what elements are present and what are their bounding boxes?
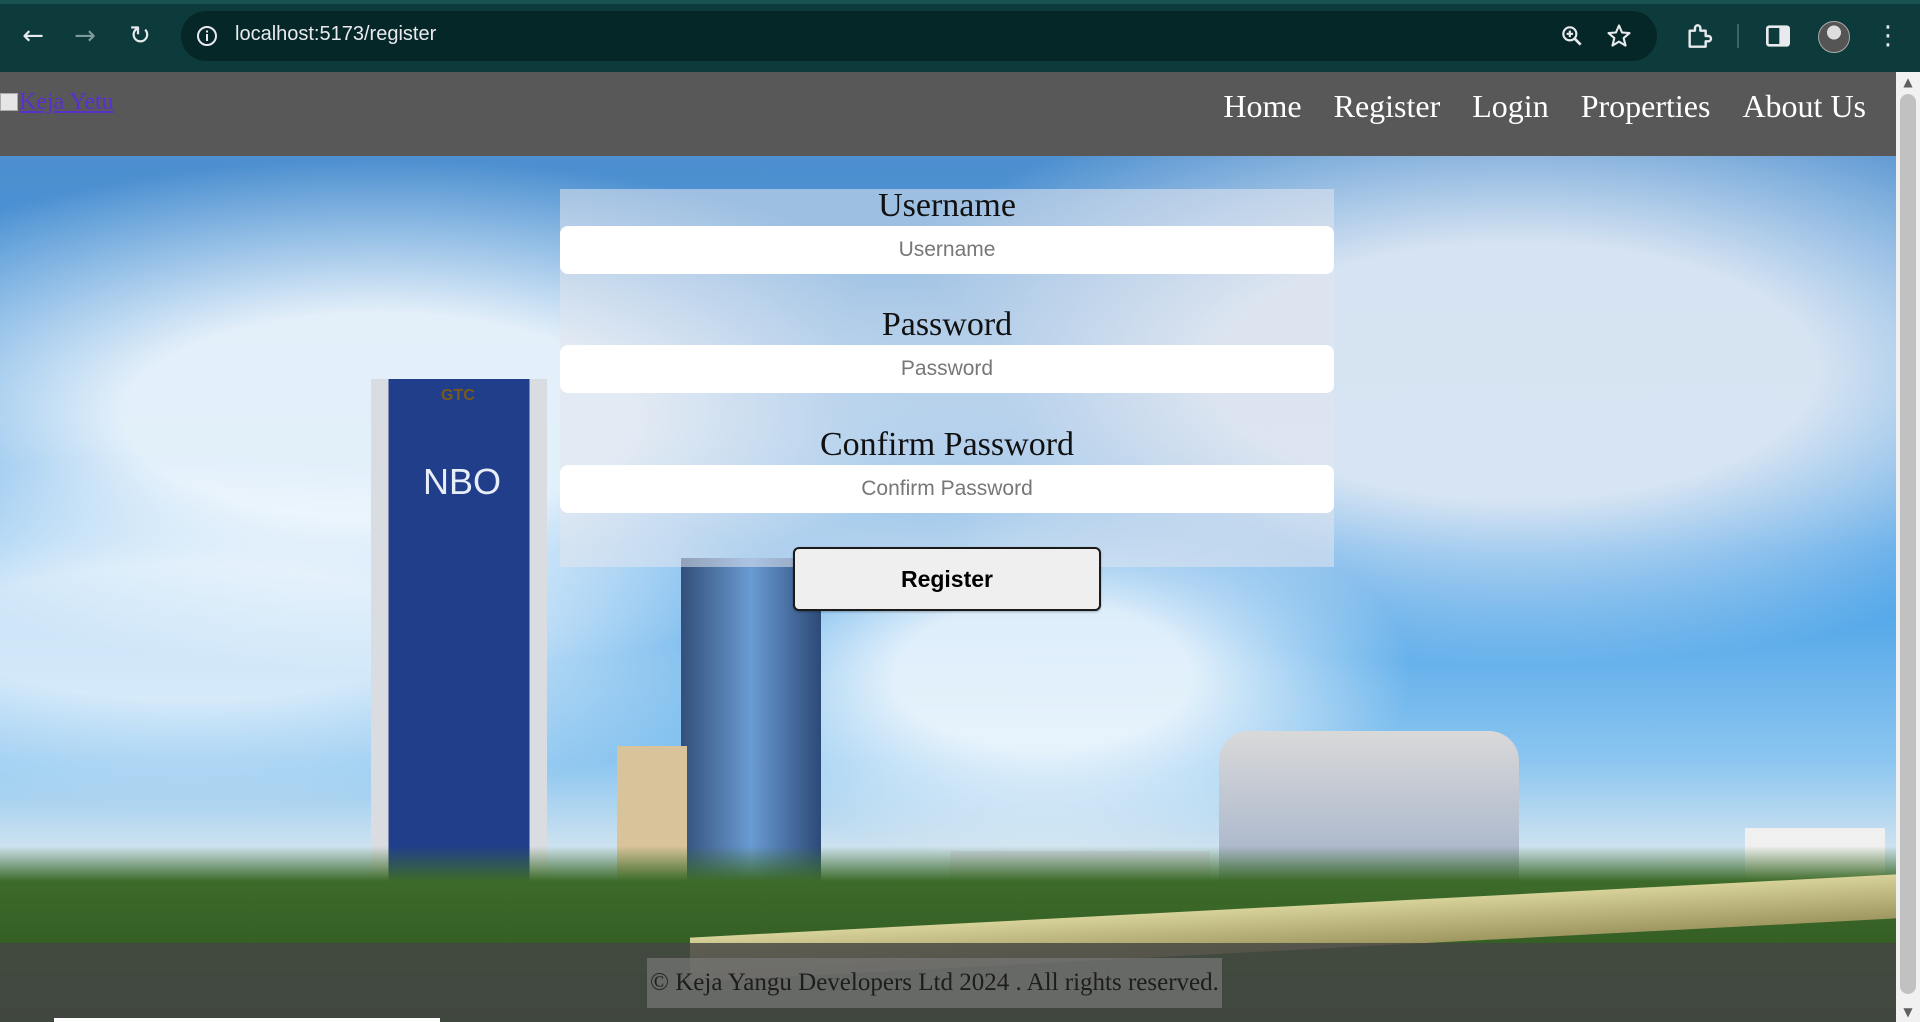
register-form: Username Password Confirm Password [560, 187, 1334, 567]
site-info-icon[interactable] [195, 24, 219, 48]
forward-button[interactable]: → [67, 18, 103, 54]
password-input[interactable] [560, 345, 1334, 393]
back-button[interactable]: ← [15, 18, 51, 54]
nav-login[interactable]: Login [1472, 88, 1548, 125]
scroll-down-arrow-icon[interactable]: ▼ [1896, 1002, 1920, 1022]
forward-arrow-icon: → [74, 21, 96, 51]
scroll-up-arrow-icon[interactable]: ▲ [1896, 72, 1920, 92]
broken-image-icon [0, 93, 18, 111]
toolbar-divider [1737, 24, 1739, 48]
side-panel-icon[interactable] [1762, 20, 1794, 52]
username-input[interactable] [560, 226, 1334, 274]
nav-about-us[interactable]: About Us [1742, 88, 1866, 125]
tower-text: NBO [423, 461, 502, 502]
nav-register[interactable]: Register [1334, 88, 1441, 125]
username-label: Username [878, 187, 1016, 224]
main-nav: Home Register Login Properties About Us [1223, 88, 1866, 125]
confirm-password-input[interactable] [560, 465, 1334, 513]
back-arrow-icon: ← [22, 21, 44, 51]
password-label: Password [881, 306, 1013, 343]
page-viewport: GTC NBO Keja Yetu Home Register Login Pr… [0, 72, 1896, 1022]
nav-home[interactable]: Home [1223, 88, 1301, 125]
address-bar[interactable]: localhost:5173/register [181, 11, 1657, 61]
horizontal-scroll-indicator [54, 1018, 440, 1022]
browser-menu-button[interactable]: ⋮ [1870, 18, 1906, 54]
tower-sign: GTC [441, 387, 475, 404]
reload-button[interactable]: ↻ [122, 18, 158, 54]
tab-strip [0, 0, 1920, 4]
reload-icon: ↻ [129, 21, 151, 51]
browser-toolbar: ← → ↻ localhost:5173/register ⋮ [0, 0, 1920, 72]
bookmark-star-icon[interactable] [1605, 22, 1633, 50]
copyright-text: © Keja Yangu Developers Ltd 2024 . All r… [647, 958, 1222, 1008]
url-text[interactable]: localhost:5173/register [235, 23, 436, 46]
register-button[interactable]: Register [793, 547, 1101, 611]
vertical-scrollbar[interactable]: ▲ ▼ [1896, 72, 1920, 1022]
zoom-icon[interactable] [1559, 23, 1585, 49]
logo-link[interactable]: Keja Yetu [0, 89, 114, 116]
scroll-thumb[interactable] [1900, 94, 1916, 994]
nav-properties[interactable]: Properties [1581, 88, 1711, 125]
logo-alt-text: Keja Yetu [19, 89, 114, 115]
profile-avatar[interactable] [1818, 21, 1850, 53]
site-header: Keja Yetu Home Register Login Properties… [0, 72, 1896, 156]
extensions-icon[interactable] [1683, 20, 1715, 52]
confirm-password-label: Confirm Password [819, 426, 1075, 463]
more-vert-icon: ⋮ [1875, 21, 1901, 51]
